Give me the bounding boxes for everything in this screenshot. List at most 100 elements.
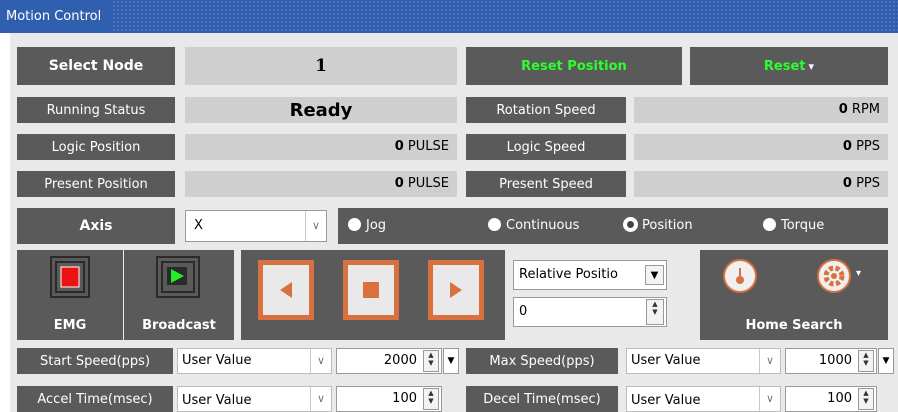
gear-icon <box>817 259 851 293</box>
radio-torque-indicator <box>763 218 776 231</box>
radio-position-indicator <box>624 218 637 231</box>
rotation-speed-unit: RPM <box>851 102 880 117</box>
start-speed-label: Start Speed(pps) <box>17 348 173 374</box>
node-value[interactable]: 1 <box>185 47 457 85</box>
accel-time-mode-value: User Value <box>182 393 252 408</box>
chevron-down-icon[interactable]: ∨ <box>759 387 780 411</box>
broadcast-button[interactable]: Broadcast <box>124 250 234 340</box>
accel-time-label: Accel Time(msec) <box>17 386 173 412</box>
radio-continuous-indicator <box>488 218 501 231</box>
spinner-icon[interactable]: ▲ ▼ <box>646 299 664 325</box>
present-position-readout: 0 PULSE <box>185 171 457 197</box>
logic-speed-unit: PPS <box>856 139 880 154</box>
logic-speed-label: Logic Speed <box>466 134 626 160</box>
present-position-unit: PULSE <box>407 176 449 191</box>
decel-time-mode-select[interactable]: User Value ∨ <box>626 386 781 412</box>
max-speed-mode-select[interactable]: User Value ∨ <box>626 348 781 374</box>
reset-position-label: Reset Position <box>521 58 627 74</box>
start-speed-input[interactable]: 2000 ▲ ▼ <box>336 348 442 374</box>
logic-position-value: 0 <box>394 139 404 154</box>
radio-position-label: Position <box>642 218 693 233</box>
logic-speed-readout: 0 PPS <box>634 134 888 160</box>
present-speed-unit: PPS <box>856 176 880 191</box>
spinner-icon[interactable]: ▲ ▼ <box>858 388 874 410</box>
emg-button[interactable]: EMG <box>17 250 123 340</box>
chevron-down-icon[interactable]: ∨ <box>305 211 326 241</box>
decel-time-label: Decel Time(msec) <box>466 386 618 412</box>
position-value: 0 <box>519 304 528 319</box>
arrow-right-icon <box>450 282 462 298</box>
decel-time-value: 100 <box>827 391 852 406</box>
play-square-icon <box>156 256 200 298</box>
present-position-value: 0 <box>394 176 404 191</box>
axis-select[interactable]: X ∨ <box>185 210 327 242</box>
running-status-label: Running Status <box>17 97 175 123</box>
accel-time-input[interactable]: 100 ▲ ▼ <box>336 386 442 412</box>
stop-square-icon <box>50 256 90 298</box>
rotation-speed-value: 0 <box>838 102 848 117</box>
radio-jog-indicator <box>348 218 361 231</box>
window-title: Motion Control <box>0 0 112 33</box>
chevron-down-icon[interactable]: ▼ <box>878 348 894 374</box>
axis-select-value: X <box>194 218 203 233</box>
max-speed-input[interactable]: 1000 ▲ ▼ <box>785 348 877 374</box>
chevron-down-icon[interactable]: ∨ <box>759 349 780 373</box>
radio-continuous-label: Continuous <box>506 218 580 233</box>
max-speed-value: 1000 <box>818 353 852 368</box>
chevron-down-icon[interactable]: ∨ <box>310 349 331 373</box>
start-speed-mode-select[interactable]: User Value ∨ <box>177 348 332 374</box>
radio-continuous[interactable]: Continuous <box>488 218 579 233</box>
rotation-speed-label: Rotation Speed <box>466 97 626 123</box>
start-speed-mode-value: User Value <box>182 353 252 368</box>
radio-position[interactable]: Position <box>624 218 693 233</box>
broadcast-label: Broadcast <box>142 318 216 333</box>
radio-jog[interactable]: Jog <box>348 218 386 233</box>
logic-position-readout: 0 PULSE <box>185 134 457 160</box>
stop-button[interactable] <box>343 260 399 320</box>
running-status-value: Ready <box>185 97 457 123</box>
rotation-speed-readout: 0 RPM <box>634 97 888 123</box>
chevron-down-icon[interactable]: ▾ <box>856 268 861 279</box>
move-right-button[interactable] <box>428 260 484 320</box>
reset-position-button[interactable]: Reset Position <box>466 47 682 85</box>
spinner-icon[interactable]: ▲ ▼ <box>423 388 439 410</box>
position-mode-select[interactable]: Relative Positio ▼ <box>513 260 667 290</box>
decel-time-mode-value: User Value <box>631 393 701 408</box>
radio-torque-label: Torque <box>781 218 825 233</box>
logic-position-unit: PULSE <box>407 139 449 154</box>
title-bar: Motion Control <box>0 0 898 33</box>
mode-radio-group: Jog Continuous Position Torque <box>338 208 888 244</box>
present-position-label: Present Position <box>17 171 175 197</box>
accel-time-mode-select[interactable]: User Value ∨ <box>177 386 332 412</box>
present-speed-value: 0 <box>842 176 852 191</box>
max-speed-mode-value: User Value <box>631 353 701 368</box>
logic-speed-value: 0 <box>842 139 852 154</box>
home-sensor-icon <box>723 259 757 293</box>
reset-button[interactable]: Reset ▾ <box>690 47 888 85</box>
select-node-label: Select Node <box>17 47 175 85</box>
radio-torque[interactable]: Torque <box>763 218 824 233</box>
arrow-left-icon <box>280 282 292 298</box>
radio-jog-label: Jog <box>366 218 387 233</box>
chevron-down-icon: ▾ <box>808 59 815 73</box>
accel-time-value: 100 <box>392 391 417 406</box>
spinner-icon[interactable]: ▲ ▼ <box>423 350 439 372</box>
present-speed-readout: 0 PPS <box>634 171 888 197</box>
chevron-down-icon[interactable]: ▼ <box>645 265 664 285</box>
move-left-button[interactable] <box>258 260 314 320</box>
spinner-icon[interactable]: ▲ ▼ <box>858 350 874 372</box>
home-search-button[interactable]: ▾ Home Search <box>700 250 888 340</box>
start-speed-value: 2000 <box>383 353 417 368</box>
logic-position-label: Logic Position <box>17 134 175 160</box>
axis-label: Axis <box>17 208 175 244</box>
max-speed-label: Max Speed(pps) <box>466 348 618 374</box>
present-speed-label: Present Speed <box>466 171 626 197</box>
chevron-down-icon[interactable]: ∨ <box>310 387 331 411</box>
emg-label: EMG <box>53 318 87 333</box>
position-value-input[interactable]: 0 ▲ ▼ <box>513 297 667 327</box>
home-search-label: Home Search <box>745 318 843 333</box>
chevron-down-icon[interactable]: ▼ <box>443 348 459 374</box>
decel-time-input[interactable]: 100 ▲ ▼ <box>785 386 877 412</box>
stop-icon <box>363 282 379 298</box>
position-mode-value: Relative Positio <box>519 267 618 282</box>
